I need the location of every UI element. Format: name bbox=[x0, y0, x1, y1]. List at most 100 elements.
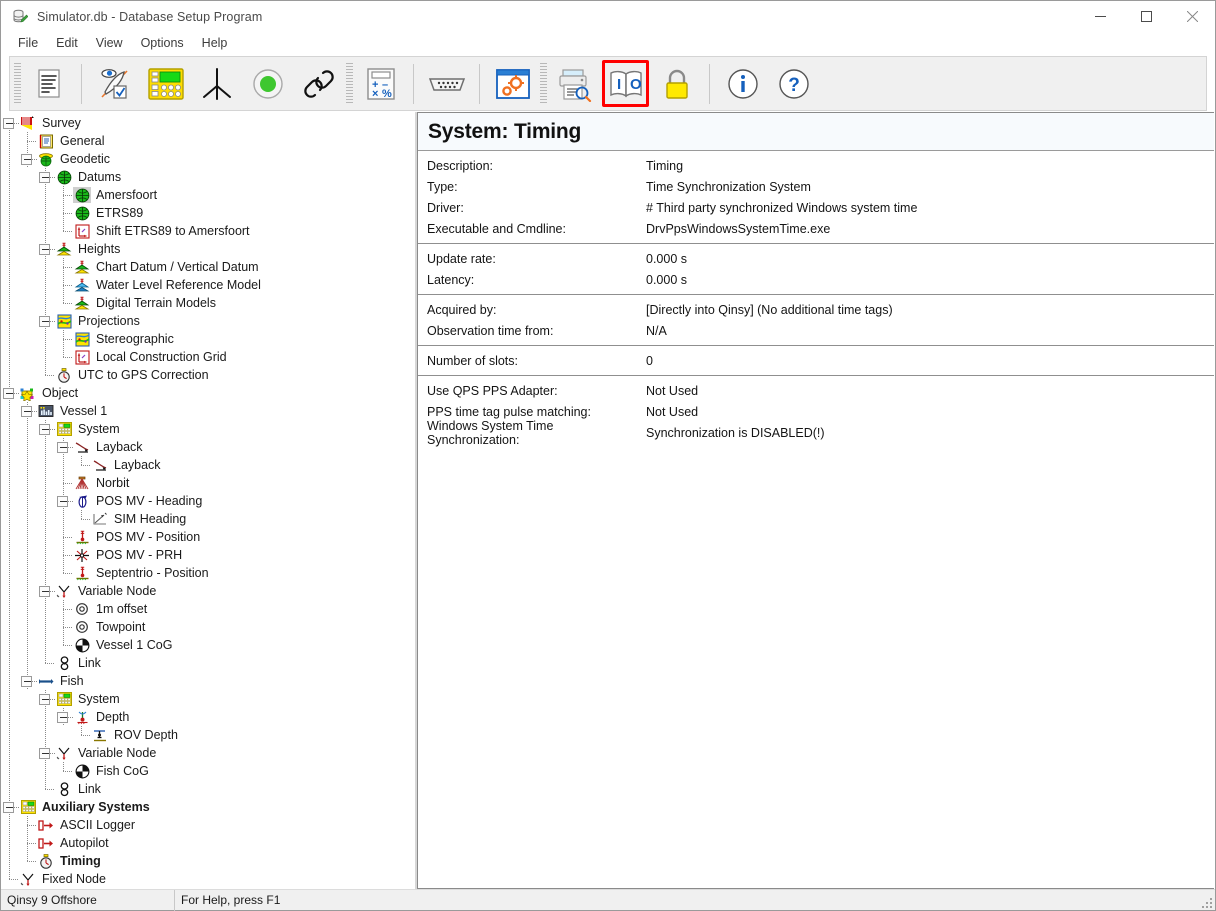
tree-item-object[interactable]: Object bbox=[1, 384, 415, 402]
tree-item-pos-mv-position[interactable]: POS MV - Position bbox=[1, 528, 415, 546]
tree-guides bbox=[1, 744, 55, 762]
serial-port-icon[interactable] bbox=[423, 60, 470, 107]
tree-item-septentrio-position[interactable]: Septentrio - Position bbox=[1, 564, 415, 582]
tree-item-pos-mv-heading[interactable]: POS MV - Heading bbox=[1, 492, 415, 510]
toolbar-grip[interactable] bbox=[14, 62, 21, 105]
menu-help[interactable]: Help bbox=[193, 34, 237, 52]
collapse-toggle-icon[interactable] bbox=[1, 384, 19, 402]
tree-item-system[interactable]: System bbox=[1, 420, 415, 438]
tree-item-rov-depth[interactable]: ROV Depth bbox=[1, 726, 415, 744]
calculator-icon[interactable]: + – ×% bbox=[357, 60, 404, 107]
collapse-toggle-icon[interactable] bbox=[55, 438, 73, 456]
detail-row-label: Description: bbox=[427, 158, 493, 173]
tree-item-projections[interactable]: Projections bbox=[1, 312, 415, 330]
tree-item-general[interactable]: General bbox=[1, 132, 415, 150]
menu-options[interactable]: Options bbox=[132, 34, 193, 52]
tree-item-ascii-logger[interactable]: ASCII Logger bbox=[1, 816, 415, 834]
tree-item-utc-to-gps-correction[interactable]: UTC to GPS Correction bbox=[1, 366, 415, 384]
tree-item-layback[interactable]: Layback bbox=[1, 456, 415, 474]
tree-item-water-level-reference-model[interactable]: Water Level Reference Model bbox=[1, 276, 415, 294]
tree-item-vessel-1[interactable]: Vessel 1 bbox=[1, 402, 415, 420]
project-tree-pane[interactable]: Survey General Geodetic Datums Amersfoort ETR… bbox=[1, 112, 415, 889]
tree-item-timing[interactable]: Timing bbox=[1, 852, 415, 870]
survey-icon bbox=[19, 115, 37, 131]
driver-settings-icon[interactable] bbox=[489, 60, 536, 107]
tree-guides bbox=[1, 546, 73, 564]
tree-item-stereographic[interactable]: Stereographic bbox=[1, 330, 415, 348]
project-tree[interactable]: Survey General Geodetic Datums Amersfoort ETR… bbox=[1, 114, 415, 888]
tree-item-datums[interactable]: Datums bbox=[1, 168, 415, 186]
tree-item-pos-mv-prh[interactable]: POS MV - PRH bbox=[1, 546, 415, 564]
print-preview-icon[interactable] bbox=[551, 60, 598, 107]
help-icon[interactable]: ? bbox=[770, 60, 817, 107]
lock-icon[interactable] bbox=[653, 60, 700, 107]
tree-item-local-construction-grid[interactable]: Local Construction Grid bbox=[1, 348, 415, 366]
minimize-button[interactable] bbox=[1077, 1, 1123, 32]
detail-row: Update rate: 0.000 s bbox=[418, 248, 1214, 269]
collapse-toggle-icon[interactable] bbox=[19, 672, 37, 690]
tree-item-auxiliary-systems[interactable]: Auxiliary Systems bbox=[1, 798, 415, 816]
tree-item-fish-cog[interactable]: Fish CoG bbox=[1, 762, 415, 780]
collapse-toggle-icon[interactable] bbox=[37, 690, 55, 708]
tree-item-digital-terrain-models[interactable]: Digital Terrain Models bbox=[1, 294, 415, 312]
collapse-toggle-icon[interactable] bbox=[37, 582, 55, 600]
tree-guides bbox=[1, 168, 55, 186]
menu-edit[interactable]: Edit bbox=[47, 34, 87, 52]
tree-guide-cell bbox=[19, 240, 37, 258]
tree-item-geodetic[interactable]: Geodetic bbox=[1, 150, 415, 168]
tree-guides bbox=[1, 654, 55, 672]
node-icon[interactable] bbox=[193, 60, 240, 107]
close-button[interactable] bbox=[1169, 1, 1215, 32]
tree-item-etrs89[interactable]: ETRS89 bbox=[1, 204, 415, 222]
survey-setup-icon[interactable] bbox=[91, 60, 138, 107]
tree-guides bbox=[1, 348, 73, 366]
collapse-toggle-icon[interactable] bbox=[1, 798, 19, 816]
collapse-toggle-icon[interactable] bbox=[19, 402, 37, 420]
collapse-toggle-icon[interactable] bbox=[37, 744, 55, 762]
tree-item-variable-node[interactable]: Variable Node bbox=[1, 582, 415, 600]
tree-item-towpoint[interactable]: Towpoint bbox=[1, 618, 415, 636]
tree-item-vessel-1-cog[interactable]: Vessel 1 CoG bbox=[1, 636, 415, 654]
computation-setup-icon[interactable] bbox=[142, 60, 189, 107]
tree-item-autopilot[interactable]: Autopilot bbox=[1, 834, 415, 852]
tree-guide-cell bbox=[1, 240, 19, 258]
collapse-toggle-icon[interactable] bbox=[37, 312, 55, 330]
tree-item-sim-heading[interactable]: SIM Heading bbox=[1, 510, 415, 528]
collapse-toggle-icon[interactable] bbox=[37, 420, 55, 438]
object-icon[interactable] bbox=[244, 60, 291, 107]
tree-item-variable-node[interactable]: Variable Node bbox=[1, 744, 415, 762]
tree-item-link[interactable]: Link bbox=[1, 654, 415, 672]
collapse-toggle-icon[interactable] bbox=[55, 708, 73, 726]
resize-grip[interactable] bbox=[1200, 896, 1212, 908]
tree-item-system[interactable]: System bbox=[1, 690, 415, 708]
collapse-toggle-icon[interactable] bbox=[55, 492, 73, 510]
tree-item-shift-etrs89-to-amersfoort[interactable]: Shift ETRS89 to Amersfoort bbox=[1, 222, 415, 240]
menu-view[interactable]: View bbox=[87, 34, 132, 52]
tree-item-heights[interactable]: Heights bbox=[1, 240, 415, 258]
link-icon[interactable] bbox=[295, 60, 342, 107]
tree-item-fixed-node[interactable]: Fixed Node bbox=[1, 870, 415, 888]
tree-item-1m-offset[interactable]: 1m offset bbox=[1, 600, 415, 618]
tree-item-survey[interactable]: Survey bbox=[1, 114, 415, 132]
menu-file[interactable]: File bbox=[9, 34, 47, 52]
collapse-toggle-icon[interactable] bbox=[37, 168, 55, 186]
collapse-toggle-icon[interactable] bbox=[37, 240, 55, 258]
toolbar-grip-2[interactable] bbox=[346, 62, 353, 105]
tree-item-fish[interactable]: Fish bbox=[1, 672, 415, 690]
io-book-icon[interactable]: I O bbox=[602, 60, 649, 107]
tree-guide-cell bbox=[19, 564, 37, 582]
collapse-toggle-icon[interactable] bbox=[19, 150, 37, 168]
report-icon[interactable] bbox=[25, 60, 72, 107]
maximize-button[interactable] bbox=[1123, 1, 1169, 32]
tree-item-link[interactable]: Link bbox=[1, 780, 415, 798]
toolbar-grip-3[interactable] bbox=[540, 62, 547, 105]
tree-item-depth[interactable]: Depth bbox=[1, 708, 415, 726]
tree-item-layback[interactable]: Layback bbox=[1, 438, 415, 456]
info-icon[interactable] bbox=[719, 60, 766, 107]
tree-item-chart-datum-vertical-datum[interactable]: Chart Datum / Vertical Datum bbox=[1, 258, 415, 276]
collapse-toggle-icon[interactable] bbox=[1, 114, 19, 132]
tree-item-norbit[interactable]: Norbit bbox=[1, 474, 415, 492]
tree-item-amersfoort[interactable]: Amersfoort bbox=[1, 186, 415, 204]
tree-guide-cell bbox=[1, 852, 19, 870]
tree-elbow bbox=[55, 258, 73, 276]
